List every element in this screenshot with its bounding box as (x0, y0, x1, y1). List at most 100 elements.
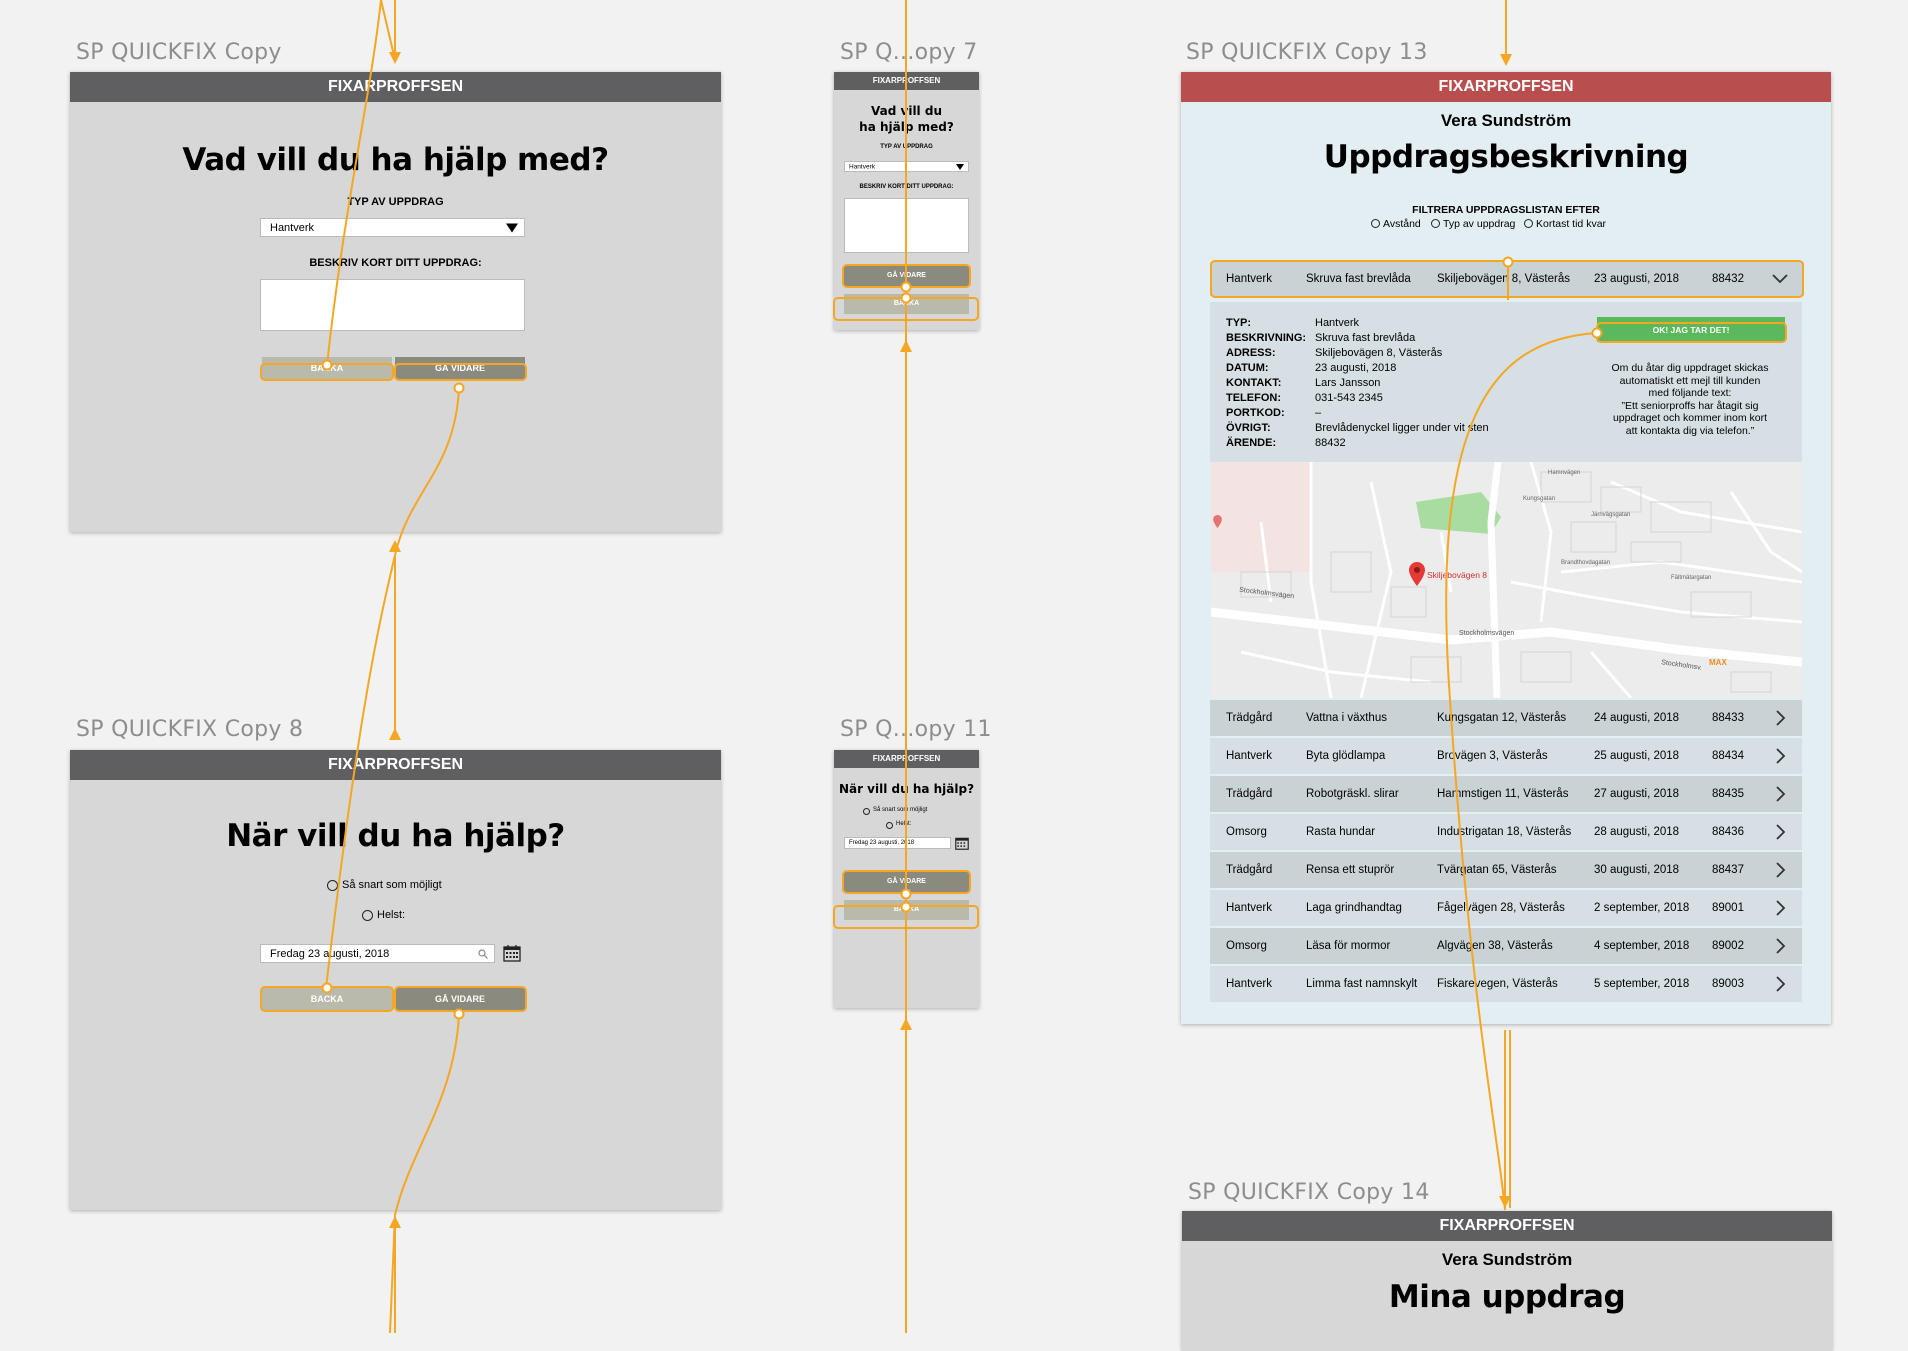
job-type: Omsorg (1226, 940, 1267, 952)
app-bar: FIXARPROFFSEN (70, 72, 721, 102)
artboard-title: SP QUICKFIX Copy (76, 40, 282, 65)
type-select-value: Hantverk (849, 163, 876, 170)
preferred-radio[interactable] (886, 822, 893, 829)
artboard-when-help: FIXARPROFFSEN När vill du ha hjälp? Så s… (70, 750, 721, 1210)
job-address: Industrigatan 18, Västerås (1437, 826, 1572, 838)
chevron-right-icon[interactable] (1776, 824, 1786, 840)
app-bar: FIXARPROFFSEN (834, 72, 979, 90)
job-address: Fågelvägen 28, Västerås (1437, 902, 1565, 914)
job-row[interactable]: Hantverk Limma fast namnskylt Fiskarevegen… (1210, 966, 1802, 1002)
date-input[interactable]: Fredag 23 augusti, 2018 (844, 837, 951, 849)
job-address: Algvägen 38, Västerås (1437, 940, 1553, 952)
job-desc: Limma fast namnskylt (1306, 978, 1418, 990)
job-date: 25 augusti, 2018 (1594, 750, 1680, 762)
artboard-my-tasks: FIXARPROFFSEN Vera Sundström Mina uppdra… (1182, 1211, 1832, 1351)
filter-label-type: Typ av uppdrag (1443, 218, 1516, 230)
detail-value: 88432 (1315, 437, 1346, 449)
job-row[interactable]: Omsorg Läsa för mormor Algvägen 38, Väster… (1210, 928, 1802, 964)
hotspot-outline (1210, 260, 1804, 298)
job-address: Hammstigen 11, Västerås (1437, 788, 1569, 800)
detail-key: TELEFON: (1226, 392, 1281, 404)
job-row[interactable]: Trädgård Rensa ett stuprör Tvärgatan 65, V… (1210, 852, 1802, 888)
brand-title: FIXARPROFFSEN (327, 78, 464, 95)
chevron-right-icon[interactable] (1776, 862, 1786, 878)
user-name: Vera Sundström (1440, 111, 1572, 130)
filter-radio-type[interactable] (1431, 219, 1440, 228)
preferred-label: Helst: (896, 821, 912, 827)
type-select-value: Hantverk (270, 221, 315, 234)
filter-radio-distance[interactable] (1371, 219, 1380, 228)
type-label: TYP AV UPPDRAG (880, 144, 933, 150)
job-type: Trädgård (1226, 712, 1273, 724)
map-street-label: Järnvägsgatan (1591, 512, 1631, 518)
job-desc: Rensa ett stuprör (1306, 864, 1395, 876)
hotspot-outline (260, 363, 394, 381)
map-pin-icon[interactable] (1409, 562, 1425, 586)
job-date: 30 augusti, 2018 (1594, 864, 1680, 876)
detail-key: ADRESS: (1226, 347, 1276, 359)
chevron-right-icon[interactable] (1776, 748, 1786, 764)
detail-value: Lars Jansson (1315, 377, 1381, 389)
detail-key: TYP: (1226, 317, 1252, 329)
map-poi-label: MAX (1709, 658, 1727, 667)
chevron-right-icon[interactable] (1776, 976, 1786, 992)
chevron-right-icon[interactable] (1776, 900, 1786, 916)
date-input[interactable]: Fredag 23 augusti, 2018 (260, 944, 495, 963)
job-date: 5 september, 2018 (1594, 978, 1690, 990)
detail-value: Hantverk (1315, 317, 1360, 329)
map-street-label: Stockholmsvägen (1459, 630, 1515, 637)
type-select[interactable]: Hantverk (844, 161, 969, 172)
artboard-title: SP Q...opy 7 (840, 40, 978, 65)
job-id: 88435 (1712, 788, 1744, 800)
job-id: 88433 (1712, 712, 1744, 724)
asap-label: Så snart som möjligt (873, 807, 928, 813)
app-bar: FIXARPROFFSEN (70, 750, 721, 780)
page-title: När vill du ha hjälp? (226, 818, 565, 854)
map[interactable]: Stockholmsvägen Stockholmsvägen Stockhol… (1211, 462, 1802, 698)
accept-note-line: automatiskt ett mejl till kunden (1619, 374, 1761, 387)
job-row[interactable]: Trädgård Robotgräskl. slirar Hammstigen 11… (1210, 776, 1802, 812)
job-row[interactable]: Omsorg Rasta hundar Industrigatan 18, Väst… (1210, 814, 1802, 850)
job-row[interactable]: Hantverk Byta glödlampa Brovägen 3, Väster… (1210, 738, 1802, 774)
describe-label: BESKRIV KORT DITT UPPDRAG: (309, 257, 482, 269)
job-id: 89002 (1712, 940, 1744, 952)
page-title: Vad vill du ha hjälp med? (182, 142, 609, 178)
type-label: TYP AV UPPDRAG (347, 196, 444, 208)
chevron-right-icon[interactable] (1776, 710, 1786, 726)
asap-radio[interactable] (863, 808, 870, 815)
job-row[interactable]: Trädgård Vattna i växthus Kungsgatan 12, V… (1210, 700, 1802, 736)
chevron-right-icon[interactable] (1776, 786, 1786, 802)
detail-value: – (1315, 407, 1322, 419)
hotspot-outline (833, 297, 979, 321)
type-select[interactable]: Hantverk (260, 218, 525, 237)
job-type: Hantverk (1226, 978, 1273, 990)
job-row[interactable]: Hantverk Laga grindhandtag Fågelvägen 28, … (1210, 890, 1802, 926)
detail-key: KONTAKT: (1226, 377, 1282, 389)
job-type: Trädgård (1226, 864, 1273, 876)
dropdown-arrow-icon (956, 163, 964, 170)
preferred-radio[interactable] (362, 910, 373, 921)
detail-key: ÄRENDE: (1226, 437, 1277, 449)
filter-radio-time[interactable] (1524, 219, 1533, 228)
job-id: 88434 (1712, 750, 1744, 762)
asap-radio[interactable] (327, 880, 338, 891)
filter-label-distance: Avstånd (1383, 218, 1421, 230)
hotspot-outline (842, 870, 971, 894)
artboard-what-help: FIXARPROFFSEN Vad vill du ha hjälp med? … (70, 72, 721, 532)
calendar-icon[interactable] (955, 836, 969, 850)
artboard-title: SP QUICKFIX Copy 13 (1186, 40, 1428, 65)
job-desc: Robotgräskl. slirar (1306, 788, 1399, 800)
description-textarea[interactable] (260, 279, 525, 331)
job-type: Hantverk (1226, 750, 1273, 762)
job-desc: Läsa för mormor (1306, 940, 1391, 952)
map-pin-icon (1213, 515, 1222, 528)
description-textarea[interactable] (844, 198, 969, 253)
date-input-value: Fredag 23 augusti, 2018 (849, 840, 915, 846)
accept-note-line: Om du åtar dig uppdraget skickas (1611, 362, 1769, 374)
artboard-when-help-mobile: FIXARPROFFSEN När vill du ha hjälp? Så s… (834, 750, 979, 1008)
calendar-icon[interactable] (503, 944, 521, 962)
job-date: 4 september, 2018 (1594, 940, 1690, 952)
chevron-right-icon[interactable] (1776, 938, 1786, 954)
accept-note-line: med följande text: (1648, 387, 1732, 400)
detail-key: BESKRIVNING: (1226, 332, 1307, 344)
